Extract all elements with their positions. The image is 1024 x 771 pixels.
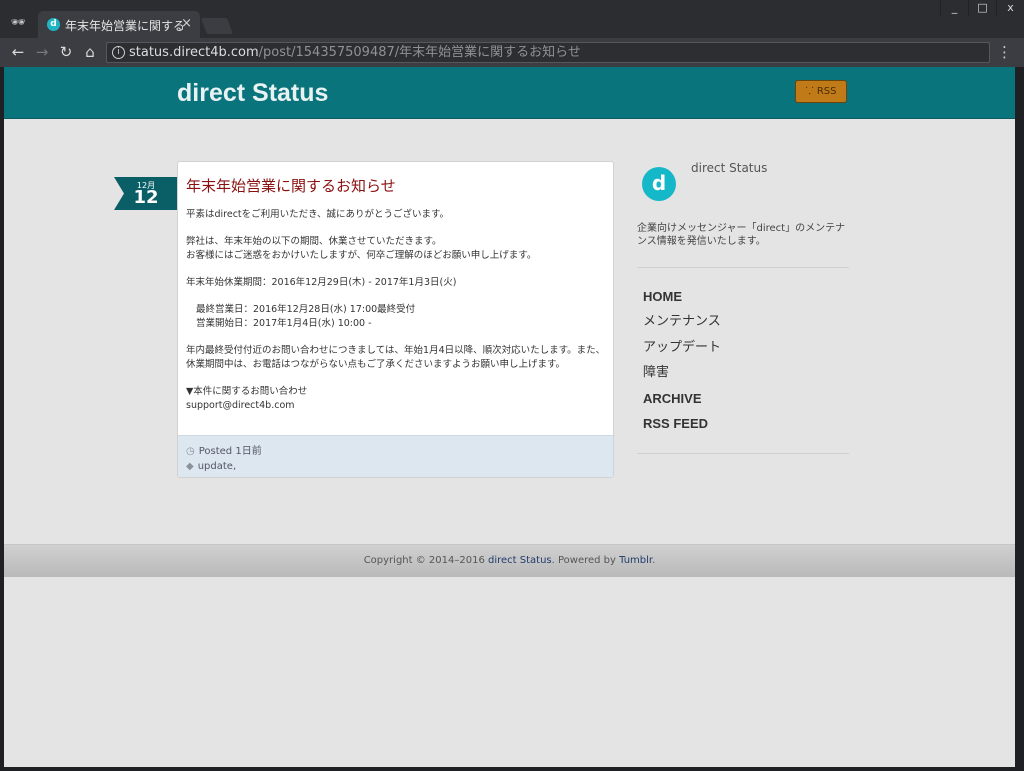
tab-active[interactable]: d 年末年始営業に関するお ×: [38, 11, 200, 38]
browser-menu-icon[interactable]: ⋮: [997, 42, 1012, 62]
rss-button[interactable]: ⸪ RSS: [795, 80, 847, 103]
footer-suffix: .: [652, 555, 656, 566]
maximize-button[interactable]: □: [968, 0, 996, 16]
footer-copyright: Copyright © 2014–2016: [363, 555, 488, 566]
url-host: status.direct4b.com: [129, 45, 259, 60]
post-line: お客様にはご迷惑をおかけいたしますが、何卒ご理解のほどお願い申し上げます。: [186, 250, 537, 261]
tab-title: 年末年始営業に関するお: [65, 19, 183, 33]
sidebar-item-incident[interactable]: 障害: [643, 363, 721, 388]
tab-close-icon[interactable]: ×: [181, 16, 192, 31]
divider: [637, 267, 849, 268]
date-ribbon: 12月 12: [114, 177, 178, 210]
divider: [637, 453, 849, 454]
site-brand[interactable]: direct Status: [177, 79, 328, 108]
post-body: 平素はdirectをご利用いただき、誠にありがとうございます。 弊社は、年末年始…: [186, 208, 608, 426]
sidebar-title: direct Status: [691, 161, 768, 175]
post-line: ▼本件に関するお問い合わせ: [186, 386, 308, 397]
footer-site-link[interactable]: direct Status: [488, 555, 552, 566]
forward-icon[interactable]: →: [32, 42, 52, 62]
page-viewport: direct Status ⸪ RSS 12月 12 年末年始営業に関するお知ら…: [4, 67, 1015, 767]
new-tab-button[interactable]: [201, 18, 233, 34]
post-paragraph: 平素はdirectをご利用いただき、誠にありがとうございます。: [186, 209, 450, 220]
post-paragraph: 最終営業日：2016年12月28日(水) 17:00最終受付 営業開始日：2017…: [186, 303, 608, 331]
info-icon[interactable]: i: [112, 46, 125, 59]
support-email[interactable]: support@direct4b.com: [186, 400, 295, 411]
post-line: 弊社は、年末年始の以下の期間、休業させていただきます。: [186, 236, 442, 247]
reload-icon[interactable]: ↻: [56, 42, 76, 62]
site-footer: Copyright © 2014–2016 direct Status. Pow…: [4, 544, 1015, 577]
favicon-icon: d: [47, 18, 60, 31]
site-header: direct Status ⸪ RSS: [4, 67, 1015, 119]
post-line: 最終営業日：2016年12月28日(水) 17:00最終受付: [196, 304, 416, 315]
browser-toolbar: ← → ↻ ⌂ i status.direct4b.com/post/15435…: [0, 38, 1024, 67]
sidebar-item-home[interactable]: HOME: [643, 287, 721, 312]
rss-icon: ⸪: [805, 86, 817, 97]
home-icon[interactable]: ⌂: [80, 42, 100, 62]
rss-label: RSS: [816, 86, 837, 97]
incognito-icon: 🕶: [10, 15, 26, 29]
url-path: /post/154357509487/年末年始営業に関するお知らせ: [258, 45, 581, 60]
post-line: 休業期間中は、お電話はつながらない点もご了承くださいますようお願い申し上げます。: [186, 359, 566, 370]
post-card: 年末年始営業に関するお知らせ 平素はdirectをご利用いただき、誠にありがとう…: [177, 161, 614, 478]
post-paragraph: ▼本件に関するお問い合わせ support@direct4b.com: [186, 385, 608, 413]
window-controls: _ □ x: [940, 0, 1024, 18]
footer-tumblr-link[interactable]: Tumblr: [619, 555, 652, 566]
minimize-button[interactable]: _: [940, 0, 968, 16]
window-border: [1015, 67, 1024, 771]
tag-icon: ◆: [186, 461, 194, 472]
post-footer: ◷ Posted 1日前 ◆ update,: [178, 435, 613, 477]
sidebar-nav: HOME メンテナンス アップデート 障害 ARCHIVE RSS FEED: [643, 287, 721, 439]
post-paragraph: 年内最終受付付近のお問い合わせにつきましては、年始1月4日以降、順次対応いたしま…: [186, 344, 608, 372]
post-tags[interactable]: update,: [198, 461, 236, 472]
sidebar-item-update[interactable]: アップデート: [643, 338, 721, 363]
sidebar-description: 企業向けメッセンジャー「direct」のメンテナンス情報を発信いたします。: [637, 223, 846, 247]
date-day: 12: [133, 187, 159, 208]
avatar[interactable]: d: [642, 167, 676, 201]
back-icon[interactable]: ←: [8, 42, 28, 62]
posted-row: ◷ Posted 1日前: [186, 442, 262, 457]
address-bar[interactable]: i status.direct4b.com/post/154357509487/…: [106, 42, 990, 63]
sidebar-item-archive[interactable]: ARCHIVE: [643, 389, 721, 414]
posted-time[interactable]: Posted 1日前: [199, 446, 262, 457]
browser-titlebar: 🕶 d 年末年始営業に関するお × _ □ x: [0, 0, 1024, 38]
footer-powered: . Powered by: [551, 555, 620, 566]
sidebar-item-maintenance[interactable]: メンテナンス: [643, 312, 721, 337]
tags-row: ◆ update,: [186, 461, 236, 472]
post-title[interactable]: 年末年始営業に関するお知らせ: [186, 175, 396, 196]
close-window-button[interactable]: x: [996, 0, 1024, 16]
clock-icon: ◷: [186, 446, 195, 457]
post-paragraph: 年末年始休業期間：2016年12月29日(木) - 2017年1月3日(火): [186, 277, 457, 288]
post-paragraph: 弊社は、年末年始の以下の期間、休業させていただきます。お客様にはご迷惑をおかけい…: [186, 235, 608, 263]
sidebar-item-rss-feed[interactable]: RSS FEED: [643, 414, 721, 439]
post-line: 年内最終受付付近のお問い合わせにつきましては、年始1月4日以降、順次対応いたしま…: [186, 345, 606, 356]
post-line: 営業開始日：2017年1月4日(水) 10:00 -: [196, 318, 372, 329]
